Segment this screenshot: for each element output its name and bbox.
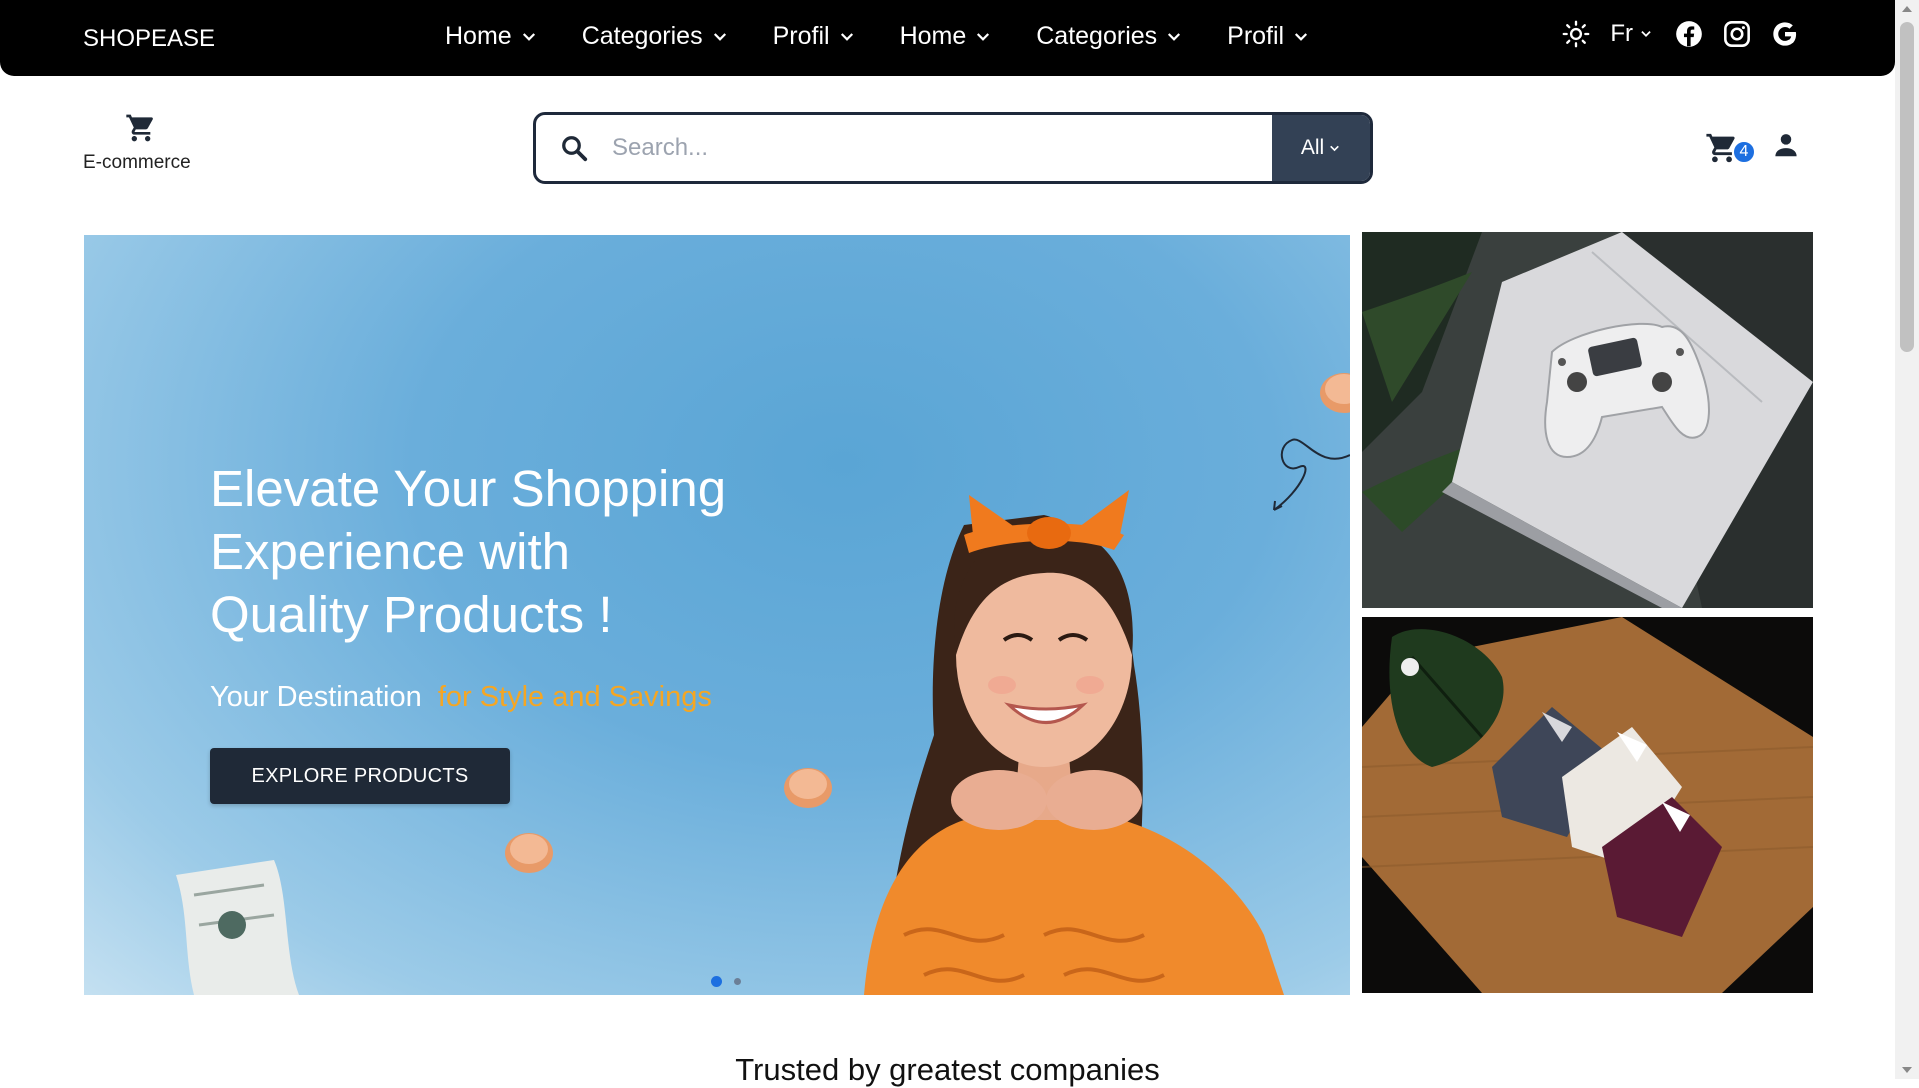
carousel-indicators <box>711 976 741 987</box>
language-label: Fr <box>1610 20 1633 47</box>
hero-title-line: Experience with <box>210 523 571 580</box>
carousel-dot-active[interactable] <box>711 976 722 987</box>
controller-image <box>1362 232 1813 608</box>
nav-item-home[interactable]: Home <box>445 22 538 51</box>
nav-label: Categories <box>581 22 703 50</box>
main-nav: Home Categories Profil Home Categories P… <box>445 22 1354 51</box>
sun-icon[interactable] <box>1562 20 1590 48</box>
nav-label: Profil <box>1227 22 1285 50</box>
hero-subtitle: Your Destination for Style and Savings <box>210 681 712 714</box>
nav-label: Home <box>445 22 512 50</box>
chevron-down-icon <box>977 32 990 41</box>
search-icon[interactable] <box>536 115 612 181</box>
nav-item-categories-2[interactable]: Categories <box>1036 22 1183 51</box>
hero-subtitle-accent: for Style and Savings <box>437 681 712 713</box>
search-input[interactable] <box>612 115 1272 181</box>
hero-title: Elevate Your Shopping Experience with Qu… <box>210 457 810 646</box>
shopping-cart-icon <box>126 114 153 142</box>
promo-banner-gaming[interactable] <box>1362 232 1813 608</box>
search-category-select[interactable]: All <box>1272 115 1370 181</box>
nav-item-profil[interactable]: Profil <box>773 22 856 51</box>
instagram-icon[interactable] <box>1723 20 1751 48</box>
hero-banner: Elevate Your Shopping Experience with Qu… <box>84 235 1350 995</box>
cart-count-badge: 4 <box>1732 139 1756 164</box>
top-utilities: Fr <box>1562 20 1799 48</box>
nav-label: Home <box>899 22 967 50</box>
nav-item-home-2[interactable]: Home <box>900 22 993 51</box>
promo-banner-shirts[interactable] <box>1362 617 1813 993</box>
search-bar: All <box>533 112 1373 184</box>
user-icon[interactable] <box>1771 130 1801 165</box>
carousel-dot[interactable] <box>734 978 741 985</box>
hero-subtitle-text: Your Destination <box>210 681 422 713</box>
chevron-down-icon <box>1168 32 1181 41</box>
facebook-icon[interactable] <box>1675 20 1703 48</box>
chevron-down-icon <box>713 32 726 41</box>
explore-products-button[interactable]: EXPLORE PRODUCTS <box>210 748 510 804</box>
chevron-down-icon <box>1641 31 1651 37</box>
language-select[interactable]: Fr <box>1610 20 1653 48</box>
trusted-section-title: Trusted by greatest companies <box>735 1052 1160 1087</box>
hero-title-line: Elevate Your Shopping <box>210 460 727 517</box>
nav-item-profil-2[interactable]: Profil <box>1227 22 1310 51</box>
search-category-label: All <box>1300 136 1325 159</box>
logo-text: E-commerce <box>83 152 191 173</box>
chevron-down-icon <box>1330 145 1340 151</box>
scroll-down-arrow-icon[interactable] <box>1902 1067 1912 1073</box>
header-actions: 4 <box>1705 130 1801 165</box>
hero-title-line: Quality Products ! <box>210 586 613 643</box>
google-icon[interactable] <box>1771 20 1799 48</box>
page-scrollbar[interactable] <box>1895 0 1919 1079</box>
shirts-image <box>1362 617 1813 993</box>
cart-button[interactable]: 4 <box>1705 131 1756 165</box>
chevron-down-icon <box>840 32 853 41</box>
nav-label: Categories <box>1036 22 1158 50</box>
nav-item-categories[interactable]: Categories <box>582 22 729 51</box>
chevron-down-icon <box>1295 32 1308 41</box>
chevron-down-icon <box>522 32 535 41</box>
nav-label: Profil <box>772 22 830 50</box>
scrollbar-thumb[interactable] <box>1900 22 1914 352</box>
scroll-up-arrow-icon[interactable] <box>1902 6 1912 12</box>
brand-name[interactable]: SHOPEASE <box>83 25 215 53</box>
top-navbar: SHOPEASE Home Categories Profil Home Cat… <box>0 0 1895 76</box>
